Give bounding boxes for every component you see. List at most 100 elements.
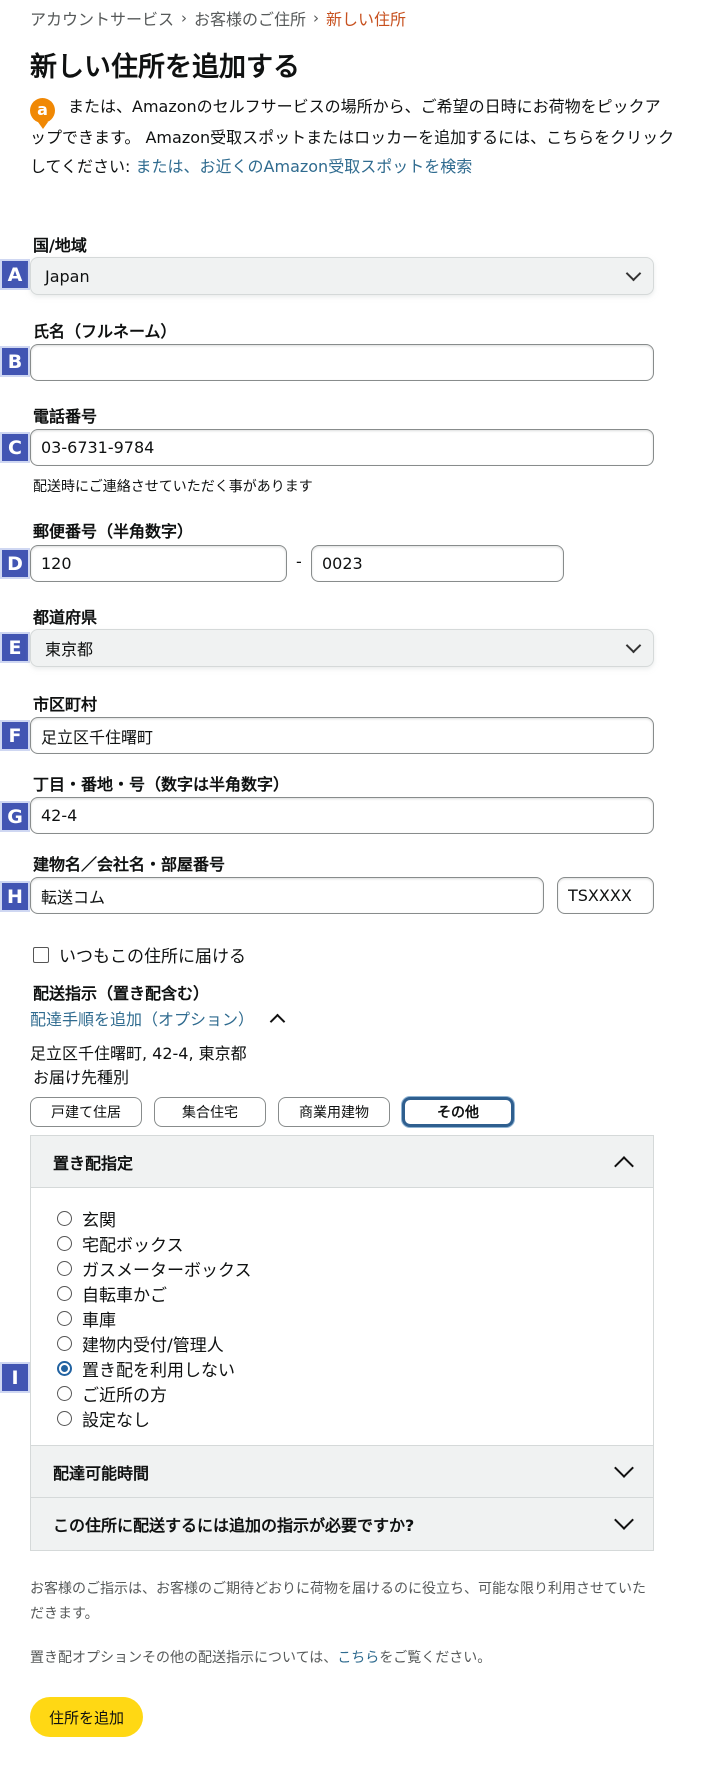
marker-c: C xyxy=(0,432,30,463)
default-address-label: いつもこの住所に届ける xyxy=(59,947,246,967)
street-input[interactable] xyxy=(30,797,654,834)
phone-label: 電話番号 xyxy=(33,407,98,426)
marker-i: I xyxy=(0,1362,30,1393)
type-button-commercial[interactable]: 商業用建物 xyxy=(278,1097,390,1127)
delivery-type-label: お届け先種別 xyxy=(33,1068,130,1087)
type-button-other[interactable]: その他 xyxy=(402,1097,514,1127)
chevron-down-icon xyxy=(614,1457,634,1478)
prefecture-label: 都道府県 xyxy=(33,608,98,627)
breadcrumb-account-service[interactable]: アカウントサービス xyxy=(30,6,174,30)
radio-label: 自転車かご xyxy=(82,1286,167,1306)
chevron-up-icon xyxy=(269,1013,286,1029)
street-label: 丁目・番地・号（数字は半角数字） xyxy=(33,775,290,794)
radio-option-no-safe-place[interactable]: 置き配を利用しない xyxy=(57,1356,252,1381)
pickup-search-link[interactable]: または、お近くのAmazon受取スポットを検索 xyxy=(136,157,473,176)
page-title: 新しい住所を追加する xyxy=(30,52,300,83)
city-input[interactable] xyxy=(30,717,654,754)
radio-label: 車庫 xyxy=(82,1311,116,1331)
safe-place-section-title: 置き配指定 xyxy=(53,1153,134,1173)
add-delivery-instructions-toggle[interactable]: 配達手順を追加（オプション） xyxy=(30,1006,286,1030)
building-input[interactable] xyxy=(30,877,544,914)
marker-g: G xyxy=(0,801,30,832)
radio-button[interactable] xyxy=(57,1311,72,1326)
phone-helper-text: 配送時にご連絡させていただく事があります xyxy=(33,479,313,495)
room-number-input[interactable] xyxy=(557,877,654,914)
country-value: Japan xyxy=(45,266,90,286)
city-label: 市区町村 xyxy=(33,695,98,714)
radio-button[interactable] xyxy=(57,1211,72,1226)
radio-label: ご近所の方 xyxy=(82,1386,167,1406)
radio-option-delivery-box[interactable]: 宅配ボックス xyxy=(57,1231,252,1256)
delivery-time-section-header[interactable]: 配達可能時間 xyxy=(31,1445,653,1498)
postal-code-second-input[interactable] xyxy=(311,545,564,582)
postal-separator: - xyxy=(296,552,302,571)
phone-input[interactable] xyxy=(30,429,654,466)
type-button-apartment[interactable]: 集合住宅 xyxy=(154,1097,266,1127)
add-address-button[interactable]: 住所を追加 xyxy=(30,1697,143,1737)
safe-place-options: 玄関 宅配ボックス ガスメーターボックス 自転車かご 車庫 建物内受付/管理人 … xyxy=(57,1206,252,1431)
instructions-note: お客様のご指示は、お客様のご期待どおりに荷物を届けるのに役立ち、可能な限り利用さ… xyxy=(30,1581,646,1622)
breadcrumb: アカウントサービス › お客様のご住所 › 新しい住所 xyxy=(30,6,406,30)
note-text: をご覧ください。 xyxy=(379,1650,492,1666)
radio-button[interactable] xyxy=(57,1411,72,1426)
radio-label: 設定なし xyxy=(82,1411,150,1431)
prefecture-select[interactable]: 東京都 xyxy=(30,629,654,667)
country-select[interactable]: Japan xyxy=(30,257,654,295)
chevron-down-icon xyxy=(625,265,642,282)
radio-button-selected[interactable] xyxy=(57,1361,72,1376)
note-text: 置き配オプションその他の配送指示については、 xyxy=(30,1650,338,1666)
radio-button[interactable] xyxy=(57,1286,72,1301)
postal-code-first-input[interactable] xyxy=(30,545,287,582)
fullname-label: 氏名（フルネーム） xyxy=(33,322,177,341)
chevron-down-icon xyxy=(614,1510,634,1530)
breadcrumb-separator: › xyxy=(181,9,188,27)
radio-label: 玄関 xyxy=(82,1211,116,1231)
breadcrumb-separator: › xyxy=(313,9,320,27)
safe-place-info-note: 置き配オプションその他の配送指示については、こちらをご覧ください。 xyxy=(30,1646,655,1671)
radio-option-gas-meter-box[interactable]: ガスメーターボックス xyxy=(57,1256,252,1281)
additional-instructions-section-header[interactable]: この住所に配送するには追加の指示が必要ですか? xyxy=(31,1498,653,1550)
radio-label: 置き配を利用しない xyxy=(82,1361,235,1381)
pickup-info: a または、Amazonのセルフサービスの場所から、ご希望の日時にお荷物をピックア… xyxy=(30,92,675,181)
additional-instructions-section-title: この住所に配送するには追加の指示が必要ですか? xyxy=(53,1516,415,1535)
type-button-house[interactable]: 戸建て住居 xyxy=(30,1097,142,1127)
marker-e: E xyxy=(0,632,30,663)
marker-d: D xyxy=(0,548,30,579)
delivery-time-section-title: 配達可能時間 xyxy=(53,1463,150,1483)
radio-button[interactable] xyxy=(57,1336,72,1351)
chevron-up-icon xyxy=(614,1155,634,1176)
country-label: 国/地域 xyxy=(33,236,87,255)
marker-b: B xyxy=(0,346,30,377)
radio-option-none[interactable]: 設定なし xyxy=(57,1406,252,1431)
amazon-a-icon: a xyxy=(30,98,55,129)
building-label: 建物名／会社名・部屋番号 xyxy=(33,855,226,874)
breadcrumb-addresses[interactable]: お客様のご住所 xyxy=(194,6,306,30)
default-address-option[interactable]: いつもこの住所に届ける xyxy=(33,942,246,967)
postal-label: 郵便番号（半角数字） xyxy=(33,522,194,541)
add-delivery-instructions-link[interactable]: 配達手順を追加（オプション） xyxy=(30,1006,254,1030)
radio-option-reception[interactable]: 建物内受付/管理人 xyxy=(57,1331,252,1356)
radio-option-bicycle-basket[interactable]: 自転車かご xyxy=(57,1281,252,1306)
breadcrumb-current: 新しい住所 xyxy=(326,10,407,29)
marker-f: F xyxy=(0,720,30,751)
radio-option-garage[interactable]: 車庫 xyxy=(57,1306,252,1331)
radio-button[interactable] xyxy=(57,1236,72,1251)
default-address-checkbox[interactable] xyxy=(33,946,49,963)
radio-option-entrance[interactable]: 玄関 xyxy=(57,1206,252,1231)
prefecture-value: 東京都 xyxy=(45,640,94,659)
safe-place-info-link[interactable]: こちら xyxy=(337,1650,379,1666)
radio-label: 建物内受付/管理人 xyxy=(82,1336,224,1356)
radio-button[interactable] xyxy=(57,1386,72,1401)
address-summary: 足立区千住曙町, 42-4, 東京都 xyxy=(30,1044,247,1063)
radio-label: 宅配ボックス xyxy=(82,1236,184,1256)
delivery-options-accordion: 置き配指定 玄関 宅配ボックス ガスメーターボックス 自転車かご 車庫 建物内受… xyxy=(30,1135,654,1551)
fullname-input[interactable] xyxy=(30,344,654,381)
delivery-instructions-label: 配送指示（置き配含む） xyxy=(33,984,210,1003)
marker-h: H xyxy=(0,881,30,912)
chevron-down-icon xyxy=(625,637,642,654)
marker-a: A xyxy=(0,259,30,290)
radio-option-neighbor[interactable]: ご近所の方 xyxy=(57,1381,252,1406)
radio-label: ガスメーターボックス xyxy=(82,1261,252,1281)
radio-button[interactable] xyxy=(57,1261,72,1276)
safe-place-section-header[interactable]: 置き配指定 xyxy=(31,1136,653,1188)
